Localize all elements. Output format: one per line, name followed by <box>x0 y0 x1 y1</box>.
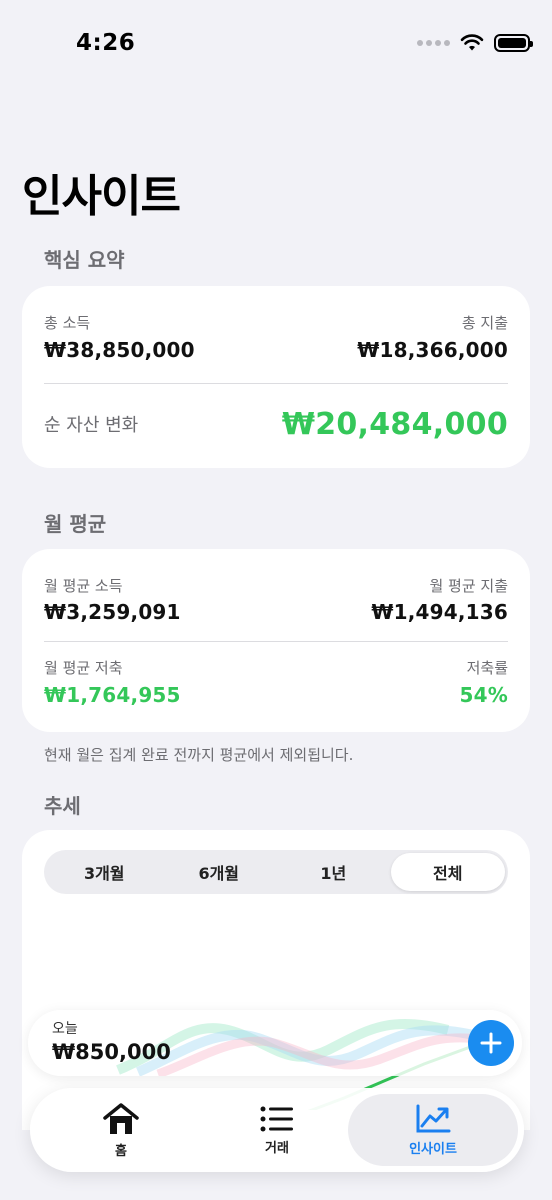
avg-income-value: ₩3,259,091 <box>44 600 181 624</box>
average-note: 현재 월은 집계 완료 전까지 평균에서 제외됩니다. <box>44 746 354 764</box>
segment-all[interactable]: 전체 <box>390 853 505 891</box>
monthly-section-title: 월 평균 <box>44 512 107 536</box>
plus-icon <box>480 1032 502 1054</box>
status-icons <box>417 34 533 52</box>
list-icon <box>260 1106 293 1131</box>
avg-income-label: 월 평균 소득 <box>44 577 123 595</box>
monthly-labels-row-1: 월 평균 소득 월 평균 지출 <box>44 575 508 596</box>
tab-transactions-label: 거래 <box>265 1140 289 1156</box>
avg-expense-label: 월 평균 지출 <box>429 577 508 595</box>
avg-expense-value: ₩1,494,136 <box>371 600 508 624</box>
add-transaction-button[interactable] <box>468 1020 514 1066</box>
tab-insights[interactable]: 인사이트 <box>348 1094 518 1166</box>
summary-values-row: ₩38,850,000 ₩18,366,000 <box>44 338 508 362</box>
monthly-values-row-2: ₩1,764,955 54% <box>44 683 508 707</box>
total-expense-label: 총 지출 <box>461 314 508 332</box>
monthly-values-row-1: ₩3,259,091 ₩1,494,136 <box>44 600 508 624</box>
monthly-divider <box>44 641 508 642</box>
today-label: 오늘 <box>52 1021 78 1037</box>
trend-section-title: 추세 <box>44 794 81 818</box>
total-income-label: 총 소득 <box>44 314 91 332</box>
page-title: 인사이트 <box>22 171 181 222</box>
segment-6-months[interactable]: 6개월 <box>162 853 277 891</box>
tab-insights-label: 인사이트 <box>409 1141 457 1157</box>
monthly-card: 월 평균 소득 월 평균 지출 ₩3,259,091 ₩1,494,136 월 … <box>22 549 530 732</box>
status-bar: 4:26 <box>0 0 552 90</box>
trend-card: 3개월 6개월 1년 전체 <box>22 830 530 1130</box>
avg-saving-label: 월 평균 저축 <box>44 659 123 677</box>
today-balance-bar[interactable]: 오늘 ₩850,000 <box>28 1010 522 1076</box>
segment-3-months[interactable]: 3개월 <box>47 853 162 891</box>
tab-home[interactable]: 홈 <box>36 1094 206 1166</box>
wifi-icon <box>460 34 484 51</box>
summary-labels-row: 총 소득 총 지출 <box>44 312 508 333</box>
saving-rate-label: 저축률 <box>466 659 508 677</box>
monthly-labels-row-2: 월 평균 저축 저축률 <box>44 657 508 678</box>
tab-home-label: 홈 <box>115 1143 127 1159</box>
net-change-row: 순 자산 변화 ₩20,484,000 <box>44 404 508 444</box>
today-value: ₩850,000 <box>52 1040 171 1064</box>
tab-bar: 홈 거래 인사이트 <box>30 1088 524 1172</box>
tab-transactions[interactable]: 거래 <box>192 1094 362 1166</box>
saving-rate-value: 54% <box>459 683 508 707</box>
house-icon <box>103 1102 139 1134</box>
period-segmented-control: 3개월 6개월 1년 전체 <box>44 850 508 894</box>
summary-section-title: 핵심 요약 <box>44 248 125 272</box>
total-expense-value: ₩18,366,000 <box>357 338 508 362</box>
summary-divider <box>44 383 508 384</box>
net-change-label: 순 자산 변화 <box>44 415 139 436</box>
net-change-value: ₩20,484,000 <box>281 406 508 442</box>
avg-saving-value: ₩1,764,955 <box>44 683 181 707</box>
battery-icon <box>494 34 533 52</box>
cellular-signal-icon <box>417 40 450 46</box>
total-income-value: ₩38,850,000 <box>44 338 195 362</box>
segment-1-year[interactable]: 1년 <box>276 853 391 891</box>
summary-card: 총 소득 총 지출 ₩38,850,000 ₩18,366,000 순 자산 변… <box>22 286 530 468</box>
status-time: 4:26 <box>76 30 136 56</box>
chart-trend-icon <box>416 1104 451 1132</box>
